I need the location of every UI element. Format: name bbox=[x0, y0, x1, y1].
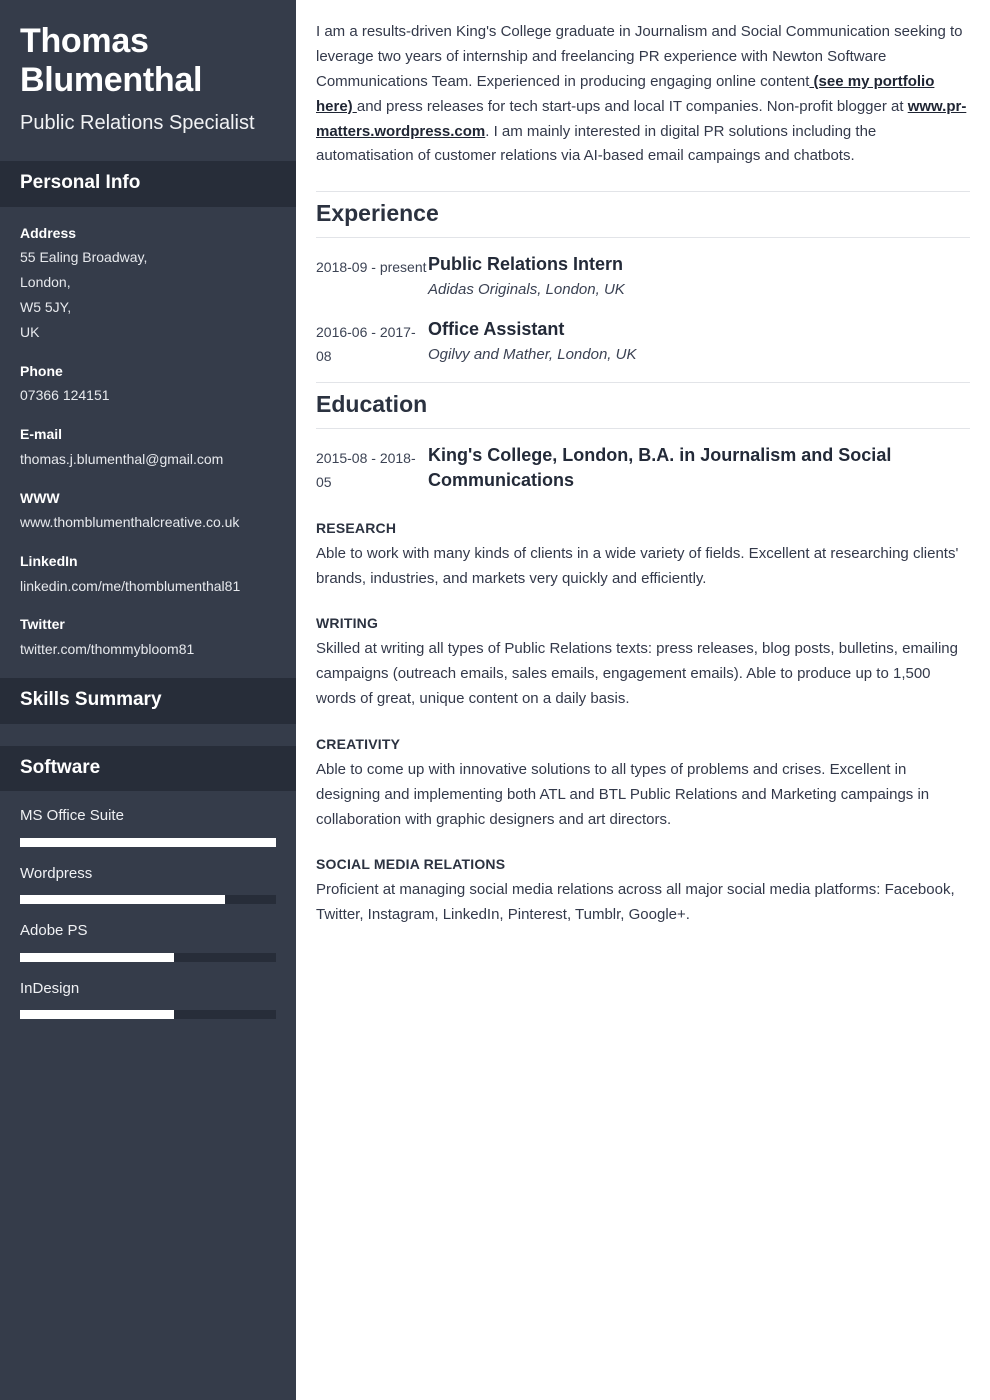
experience-entries: 2018-09 - present Public Relations Intern… bbox=[316, 252, 970, 368]
personal-info-value: www.thomblumenthalcreative.co.uk bbox=[20, 514, 240, 531]
experience-title-wrap: Experience bbox=[316, 191, 970, 238]
software-skill-name: InDesign bbox=[20, 979, 80, 997]
skill-group: SOCIAL MEDIA RELATIONS Proficient at mana… bbox=[316, 856, 970, 927]
entry-body: Public Relations Intern Adidas Originals,… bbox=[428, 252, 970, 303]
entry-organisation: Adidas Originals, London, UK bbox=[428, 281, 625, 299]
software-skill-bar-fill bbox=[20, 837, 276, 847]
personal-info-group: LinkedIn linkedin.com/me/thomblumenthal81 bbox=[20, 549, 276, 598]
summary-text: and press releases for tech start-ups an… bbox=[356, 97, 908, 115]
timeline-entry: 2018-09 - present Public Relations Intern… bbox=[316, 252, 970, 303]
personal-info-group: WWW www.thomblumenthalcreative.co.uk bbox=[20, 486, 276, 535]
resume-document: Thomas Blumenthal Public Relations Speci… bbox=[0, 0, 990, 1400]
experience-title: Experience bbox=[316, 200, 439, 227]
software-skill-bar-track bbox=[20, 837, 276, 847]
entry-role: Office Assistant bbox=[428, 318, 565, 339]
software-skill-item: MS Office Suite bbox=[20, 805, 276, 847]
education-section: Education 2015-08 - 2018-05 King's Colleg… bbox=[316, 381, 970, 494]
software-skill-item: InDesign bbox=[20, 978, 276, 1020]
skills-section: RESEARCH Able to work with many kinds of … bbox=[316, 520, 970, 928]
skill-heading: RESEARCH bbox=[316, 519, 397, 536]
personal-info-group: Phone 07366 124151 bbox=[20, 359, 276, 408]
skills-summary-body bbox=[0, 724, 296, 746]
personal-info-heading: Personal Info bbox=[20, 171, 141, 193]
candidate-name: Thomas Blumenthal bbox=[20, 22, 203, 100]
personal-info-label: LinkedIn bbox=[20, 553, 78, 570]
software-skill-bar-fill bbox=[20, 1010, 174, 1020]
personal-info-header: Personal Info bbox=[0, 160, 296, 207]
personal-info-group: E-mail thomas.j.blumenthal@gmail.com bbox=[20, 422, 276, 471]
software-heading: Software bbox=[20, 756, 101, 778]
personal-info-label: WWW bbox=[20, 489, 60, 506]
personal-info-label: Twitter bbox=[20, 616, 65, 633]
personal-info-value: 55 Ealing Broadway, bbox=[20, 249, 148, 266]
entry-body: King's College, London, B.A. in Journali… bbox=[428, 443, 970, 494]
education-entries: 2015-08 - 2018-05 King's College, London,… bbox=[316, 443, 970, 494]
software-skill-bar-fill bbox=[20, 952, 174, 962]
skill-description: Proficient at managing social media rela… bbox=[316, 881, 955, 924]
sidebar: Thomas Blumenthal Public Relations Speci… bbox=[0, 0, 296, 1400]
personal-info-group: Twitter twitter.com/thommybloom81 bbox=[20, 612, 276, 661]
software-skill-name: Adobe PS bbox=[20, 922, 88, 940]
software-skill-item: Wordpress bbox=[20, 863, 276, 905]
professional-summary: I am a results-driven King's College gra… bbox=[316, 20, 970, 169]
personal-info-value: linkedin.com/me/thomblumenthal81 bbox=[20, 577, 241, 594]
skill-group: WRITING Skilled at writing all types of P… bbox=[316, 615, 970, 712]
identity-block: Thomas Blumenthal Public Relations Speci… bbox=[0, 0, 296, 161]
software-body: MS Office Suite Wordpress Adobe PS InDesign bbox=[0, 791, 296, 1035]
entry-body: Office Assistant Ogilvy and Mather, Londo… bbox=[428, 317, 970, 368]
entry-date: 2016-06 - 2017-08 bbox=[316, 323, 416, 364]
entry-role: Public Relations Intern bbox=[428, 253, 624, 274]
personal-info-label: Address bbox=[20, 224, 77, 241]
main-content: I am a results-driven King's College gra… bbox=[296, 0, 990, 1400]
personal-info-group: Address 55 Ealing Broadway, London, W5 5JY,… bbox=[20, 221, 276, 345]
skill-description: Able to work with many kinds of clients … bbox=[316, 544, 959, 587]
entry-role: King's College, London, B.A. in Journali… bbox=[428, 444, 892, 491]
personal-info-body: Address 55 Ealing Broadway, London, W5 5JY,… bbox=[0, 207, 296, 678]
personal-info-value: twitter.com/thommybloom81 bbox=[20, 640, 195, 657]
experience-section: Experience 2018-09 - present Public Relat… bbox=[316, 191, 970, 368]
software-skill-bar-track bbox=[20, 1010, 276, 1020]
skill-heading: SOCIAL MEDIA RELATIONS bbox=[316, 856, 506, 873]
education-title-wrap: Education bbox=[316, 381, 970, 429]
personal-info-value: W5 5JY, bbox=[20, 298, 72, 315]
software-skill-name: Wordpress bbox=[20, 864, 93, 882]
skills-summary-header: Skills Summary bbox=[0, 677, 296, 724]
skill-group: CREATIVITY Able to come up with innovativ… bbox=[316, 736, 970, 833]
entry-date: 2015-08 - 2018-05 bbox=[316, 449, 416, 490]
personal-info-value: 07366 124151 bbox=[20, 387, 110, 404]
skills-summary-heading: Skills Summary bbox=[20, 688, 162, 710]
entry-date: 2018-09 - present bbox=[316, 258, 427, 275]
education-title: Education bbox=[316, 390, 428, 417]
software-skill-name: MS Office Suite bbox=[20, 807, 124, 825]
software-skill-bar-fill bbox=[20, 895, 225, 905]
timeline-entry: 2016-06 - 2017-08 Office Assistant Ogilvy … bbox=[316, 317, 970, 368]
timeline-entry: 2015-08 - 2018-05 King's College, London,… bbox=[316, 443, 970, 494]
personal-info-value: thomas.j.blumenthal@gmail.com bbox=[20, 450, 224, 467]
entry-organisation: Ogilvy and Mather, London, UK bbox=[428, 346, 637, 364]
skill-description: Skilled at writing all types of Public R… bbox=[316, 640, 958, 708]
candidate-job-title: Public Relations Specialist bbox=[20, 111, 255, 134]
software-skill-bar-track bbox=[20, 952, 276, 962]
skill-heading: WRITING bbox=[316, 615, 379, 632]
personal-info-label: E-mail bbox=[20, 426, 63, 443]
skill-group: RESEARCH Able to work with many kinds of … bbox=[316, 520, 970, 591]
personal-info-value: London, bbox=[20, 274, 71, 291]
personal-info-value: UK bbox=[20, 323, 40, 340]
personal-info-label: Phone bbox=[20, 362, 63, 379]
software-skill-item: Adobe PS bbox=[20, 920, 276, 962]
software-header: Software bbox=[0, 745, 296, 792]
software-skill-bar-track bbox=[20, 895, 276, 905]
skill-description: Able to come up with innovative solution… bbox=[316, 760, 930, 828]
skill-heading: CREATIVITY bbox=[316, 735, 401, 752]
